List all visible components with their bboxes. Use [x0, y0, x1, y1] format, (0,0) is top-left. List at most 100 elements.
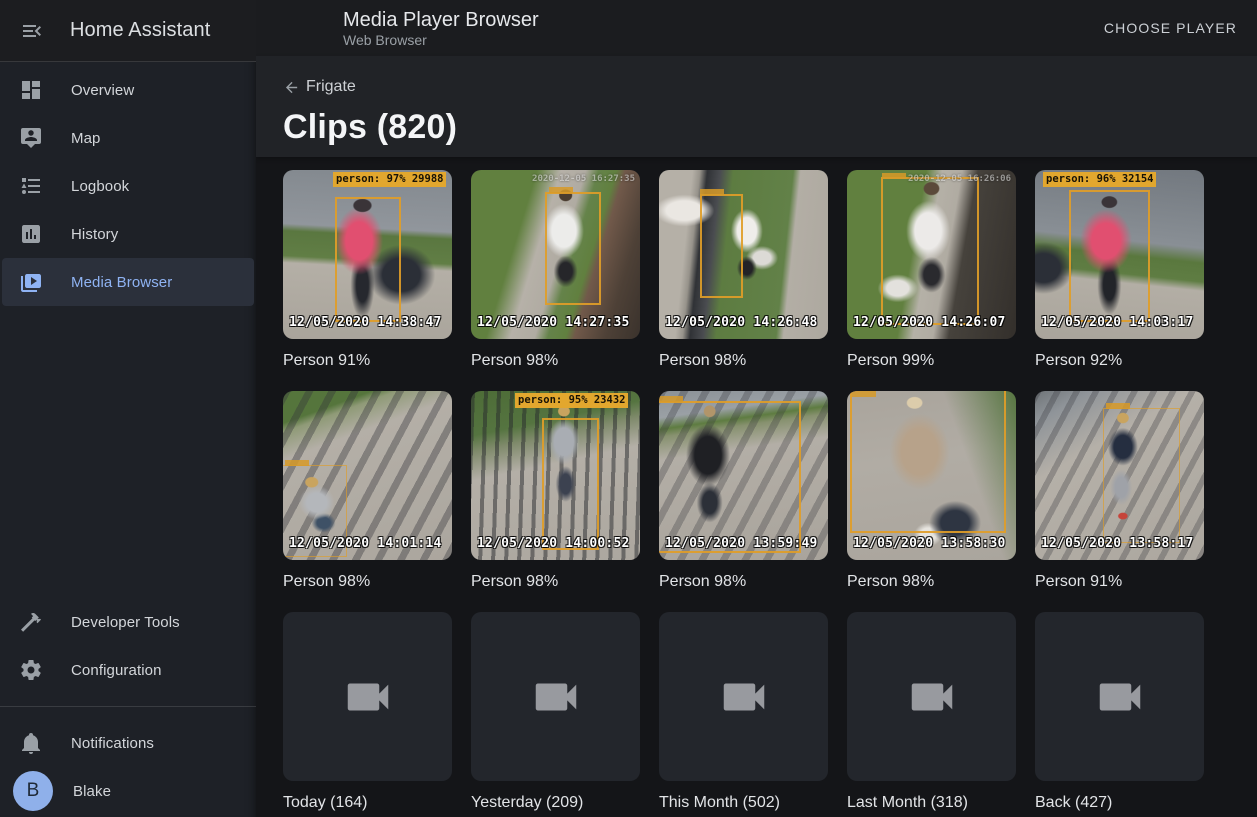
clip-timestamp-overlay: 12/05/2020 13:59:49: [665, 536, 818, 551]
home-assistant-app: Home Assistant Overview Map Logbook Hist…: [0, 0, 1257, 817]
clip-caption: Person 98%: [659, 351, 828, 371]
top-app-bar: Media Player Browser Web Browser CHOOSE …: [256, 0, 1257, 56]
detection-label: [700, 189, 724, 195]
breadcrumb-label: Frigate: [306, 78, 356, 96]
folder-card-this-month[interactable]: This Month (502): [659, 612, 828, 813]
clip-card[interactable]: person: 95% 23432 12/05/2020 14:00:52 Pe…: [471, 391, 640, 592]
folder-card-today[interactable]: Today (164): [283, 612, 452, 813]
clip-timestamp-overlay: 12/05/2020 13:58:30: [853, 536, 1006, 551]
breadcrumb[interactable]: Frigate: [283, 78, 356, 96]
detection-bounding-box: [542, 418, 599, 550]
folder-card-yesterday[interactable]: Yesterday (209): [471, 612, 640, 813]
clip-card[interactable]: person: 97% 29988 12/05/2020 14:38:47 Pe…: [283, 170, 452, 371]
detection-bounding-box: [659, 401, 801, 553]
clip-card[interactable]: 2020-12-05 16:27:35 12/05/2020 14:27:35 …: [471, 170, 640, 371]
folder-thumbnail: [659, 612, 828, 781]
clip-thumbnail: 12/05/2020 14:26:48: [659, 170, 828, 339]
sidebar-item-overview[interactable]: Overview: [2, 66, 254, 114]
clip-timestamp-overlay: 12/05/2020 14:27:35: [477, 315, 630, 330]
sidebar-nav: Overview Map Logbook History Media Brows…: [0, 62, 256, 598]
clip-card[interactable]: 2020-12-05 16:26:06 12/05/2020 14:26:07 …: [847, 170, 1016, 371]
choose-player-button[interactable]: CHOOSE PLAYER: [1096, 10, 1245, 46]
video-icon: [341, 670, 395, 724]
clip-thumbnail: person: 95% 23432 12/05/2020 14:00:52: [471, 391, 640, 560]
clip-thumbnail: 12/05/2020 13:59:49: [659, 391, 828, 560]
sidebar-item-label: Notifications: [71, 735, 154, 752]
clip-timestamp-overlay: 12/05/2020 14:00:52: [477, 536, 630, 551]
clip-caption: Person 91%: [283, 351, 452, 371]
folder-thumbnail: [847, 612, 1016, 781]
detection-bounding-box: [881, 177, 979, 326]
folder-card-back[interactable]: Back (427): [1035, 612, 1204, 813]
detection-bounding-box: [700, 194, 744, 299]
detection-bounding-box: [1103, 408, 1181, 543]
sidebar-item-notifications[interactable]: Notifications: [2, 719, 254, 767]
clip-card[interactable]: 12/05/2020 14:26:48 Person 98%: [659, 170, 828, 371]
clip-card[interactable]: 12/05/2020 13:58:30 Person 98%: [847, 391, 1016, 592]
clip-card[interactable]: 12/05/2020 14:01:14 Person 98%: [283, 391, 452, 592]
clip-timestamp-overlay: 12/05/2020 14:26:07: [853, 315, 1006, 330]
user-name: Blake: [73, 783, 111, 800]
clip-card[interactable]: person: 96% 32154 12/05/2020 14:03:17 Pe…: [1035, 170, 1204, 371]
media-grid-area: person: 97% 29988 12/05/2020 14:38:47 Pe…: [256, 157, 1257, 817]
detection-label: [659, 396, 683, 402]
clip-caption: Person 98%: [659, 572, 828, 592]
clip-timestamp-overlay: 12/05/2020 14:38:47: [289, 315, 442, 330]
clip-caption: Person 99%: [847, 351, 1016, 371]
menu-toggle-icon[interactable]: [20, 19, 44, 43]
sidebar-item-label: Overview: [71, 82, 134, 99]
clip-caption: Person 98%: [847, 572, 1016, 592]
video-icon: [905, 670, 959, 724]
sidebar-item-label: Configuration: [71, 662, 162, 679]
app-title: Home Assistant: [70, 19, 210, 42]
page-header-subtitle: Web Browser: [343, 32, 539, 49]
detection-label: [285, 460, 309, 466]
sidebar-item-configuration[interactable]: Configuration: [2, 646, 254, 694]
clip-caption: Person 92%: [1035, 351, 1204, 371]
list-icon: [19, 174, 43, 198]
clip-caption: Person 98%: [471, 351, 640, 371]
folder-card-last-month[interactable]: Last Month (318): [847, 612, 1016, 813]
sidebar-item-developer-tools[interactable]: Developer Tools: [2, 598, 254, 646]
detection-label: person: 97% 29988: [333, 172, 446, 187]
page-header-title: Media Player Browser: [343, 8, 539, 32]
detection-bounding-box: [545, 192, 601, 305]
camera-osd-text: 2020-12-05 16:26:06: [908, 174, 1011, 184]
play-box-multiple-icon: [19, 270, 43, 294]
arrow-left-icon: [283, 79, 300, 96]
clip-thumbnail: 2020-12-05 16:27:35 12/05/2020 14:27:35: [471, 170, 640, 339]
sidebar-item-label: Map: [71, 130, 100, 147]
detection-label: [1106, 403, 1130, 409]
sidebar-item-media-browser[interactable]: Media Browser: [2, 258, 254, 306]
main-area: Media Player Browser Web Browser CHOOSE …: [256, 0, 1257, 817]
sidebar-item-logbook[interactable]: Logbook: [2, 162, 254, 210]
page-title: Clips (820): [283, 108, 1257, 147]
clip-thumbnail: person: 97% 29988 12/05/2020 14:38:47: [283, 170, 452, 339]
chart-box-icon: [19, 222, 43, 246]
clip-card[interactable]: 12/05/2020 13:58:17 Person 91%: [1035, 391, 1204, 592]
detection-label: person: 95% 23432: [515, 393, 628, 408]
clip-caption: Person 98%: [471, 572, 640, 592]
sidebar-item-user[interactable]: B Blake: [2, 767, 254, 815]
sidebar-header: Home Assistant: [0, 0, 256, 62]
folder-thumbnail: [283, 612, 452, 781]
folder-label: Back (427): [1035, 793, 1204, 813]
dashboard-icon: [19, 78, 43, 102]
sidebar-item-history[interactable]: History: [2, 210, 254, 258]
tooltip-account-icon: [19, 126, 43, 150]
sidebar-item-map[interactable]: Map: [2, 114, 254, 162]
sidebar-item-label: Developer Tools: [71, 614, 180, 631]
clip-caption: Person 91%: [1035, 572, 1204, 592]
clip-card[interactable]: 12/05/2020 13:59:49 Person 98%: [659, 391, 828, 592]
folder-label: Yesterday (209): [471, 793, 640, 813]
clip-thumbnail: 12/05/2020 13:58:30: [847, 391, 1016, 560]
detection-label: [882, 173, 906, 179]
detection-label: [549, 187, 573, 193]
clip-timestamp-overlay: 12/05/2020 14:01:14: [289, 536, 442, 551]
video-icon: [529, 670, 583, 724]
detection-bounding-box: [335, 197, 401, 322]
gear-icon: [19, 658, 43, 682]
sidebar-item-label: Media Browser: [71, 274, 172, 291]
folder-thumbnail: [471, 612, 640, 781]
folder-label: This Month (502): [659, 793, 828, 813]
